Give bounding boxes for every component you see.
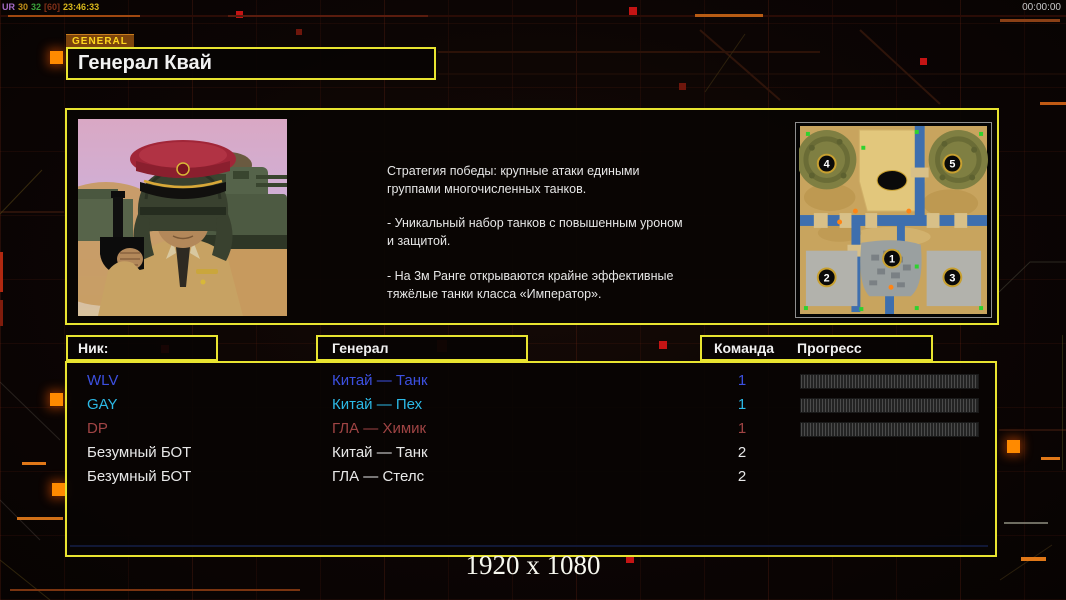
player-team: 1 (737, 396, 747, 413)
decor-dash (22, 462, 46, 465)
header-nick-box: Ник: (66, 335, 218, 361)
map-point-2: 2 (824, 272, 830, 284)
map-point-1: 1 (889, 254, 895, 266)
player-nick: Безумный БОТ (87, 444, 192, 461)
decor-tick (0, 300, 3, 326)
progress-bar (800, 422, 979, 437)
table-row[interactable]: WLV Китай — Танк 1 (67, 369, 995, 393)
header-nick-label: Ник: (78, 340, 109, 356)
player-nick: GAY (87, 396, 118, 413)
decor-dash (1040, 102, 1066, 105)
progress-bar (800, 374, 979, 389)
player-team: 2 (737, 444, 747, 461)
decor-square (679, 83, 686, 90)
resolution-label: 1920 x 1080 (465, 550, 601, 580)
stats-value-3: [60] (44, 2, 61, 12)
table-row[interactable]: GAY Китай — Пех 1 (67, 393, 995, 417)
player-general: Китай — Пех (332, 396, 423, 413)
map-point-5: 5 (949, 159, 955, 171)
progress-bar (800, 398, 979, 413)
player-team: 2 (737, 468, 747, 485)
decor-square (52, 483, 65, 496)
table-row[interactable]: Безумный БОТ ГЛА — Стелс 2 (67, 465, 995, 489)
stats-value-2: 32 (31, 2, 42, 12)
header-general-label: Генерал (332, 340, 389, 356)
player-general: Китай — Танк (332, 444, 428, 461)
general-portrait (31, 119, 332, 326)
general-title-box: Генерал Квай (66, 47, 436, 80)
player-table: WLV Китай — Танк 1 GAY Китай — Пех 1 DP … (65, 361, 997, 557)
decor-dash (695, 14, 763, 17)
strategy-paragraph: - На 3м Ранге открываются крайне эффекти… (387, 268, 674, 301)
decor-dash (10, 589, 300, 591)
decor-dash (17, 517, 63, 520)
strategy-paragraph: - Уникальный набор танков с повышенным у… (387, 216, 683, 249)
decor-dash (1004, 522, 1048, 524)
decor-square (1007, 440, 1020, 453)
table-row[interactable]: Безумный БОТ Китай — Танк 2 (67, 441, 995, 465)
stats-value-1: 30 (18, 2, 29, 12)
player-nick: DP (87, 420, 108, 437)
decor-square (659, 341, 667, 349)
match-timer: 00:00:00 (1022, 2, 1061, 13)
map-preview: 1 2 3 4 5 (795, 122, 992, 318)
decor-dash (8, 15, 140, 17)
loading-screen: UR 30 32 [60] 23:46:33 00:00:00 GENERAL Гене… (0, 0, 1066, 600)
decor-dash (228, 15, 428, 17)
general-tab: GENERAL (66, 34, 134, 48)
portrait-image (31, 119, 332, 326)
decor-square (920, 58, 927, 65)
table-row[interactable]: DP ГЛА — Химик 1 (67, 417, 995, 441)
map-point-3: 3 (949, 272, 955, 284)
strategy-description: Стратегия победы: крупные атаки едиными … (387, 162, 717, 319)
strategy-paragraph: Стратегия победы: крупные атаки едиными … (387, 164, 640, 197)
decor-square (629, 7, 637, 15)
player-nick: WLV (87, 372, 119, 389)
general-info-panel: Стратегия победы: крупные атаки едиными … (31, 108, 999, 326)
map-point-4: 4 (824, 159, 830, 171)
general-name: Генерал Квай (78, 52, 212, 74)
header-progress-label: Прогресс (797, 340, 862, 356)
header-team-progress-box: Команда Прогресс (700, 335, 933, 361)
header-team-label: Команда (714, 340, 774, 356)
decor-square (296, 29, 302, 35)
header-general-box: Генерал (316, 335, 528, 361)
player-general: ГЛА — Химик (332, 420, 427, 437)
player-general: Китай — Танк (332, 372, 428, 389)
player-team: 1 (737, 372, 747, 389)
decor-square (50, 393, 63, 406)
player-general: ГЛА — Стелс (332, 468, 425, 485)
player-team: 1 (737, 420, 747, 437)
minimap-image: 1 2 3 4 5 (797, 126, 988, 314)
decor-dash (1000, 19, 1060, 22)
stats-clock: 23:46:33 (63, 2, 100, 12)
gentool-stats: UR 30 32 [60] 23:46:33 (2, 2, 102, 12)
decor-dash (1041, 457, 1060, 460)
decor-navy-line (70, 545, 988, 547)
stats-tag: UR (2, 2, 15, 12)
decor-square (50, 51, 63, 64)
player-nick: Безумный БОТ (87, 468, 192, 485)
decor-tick (0, 252, 3, 292)
